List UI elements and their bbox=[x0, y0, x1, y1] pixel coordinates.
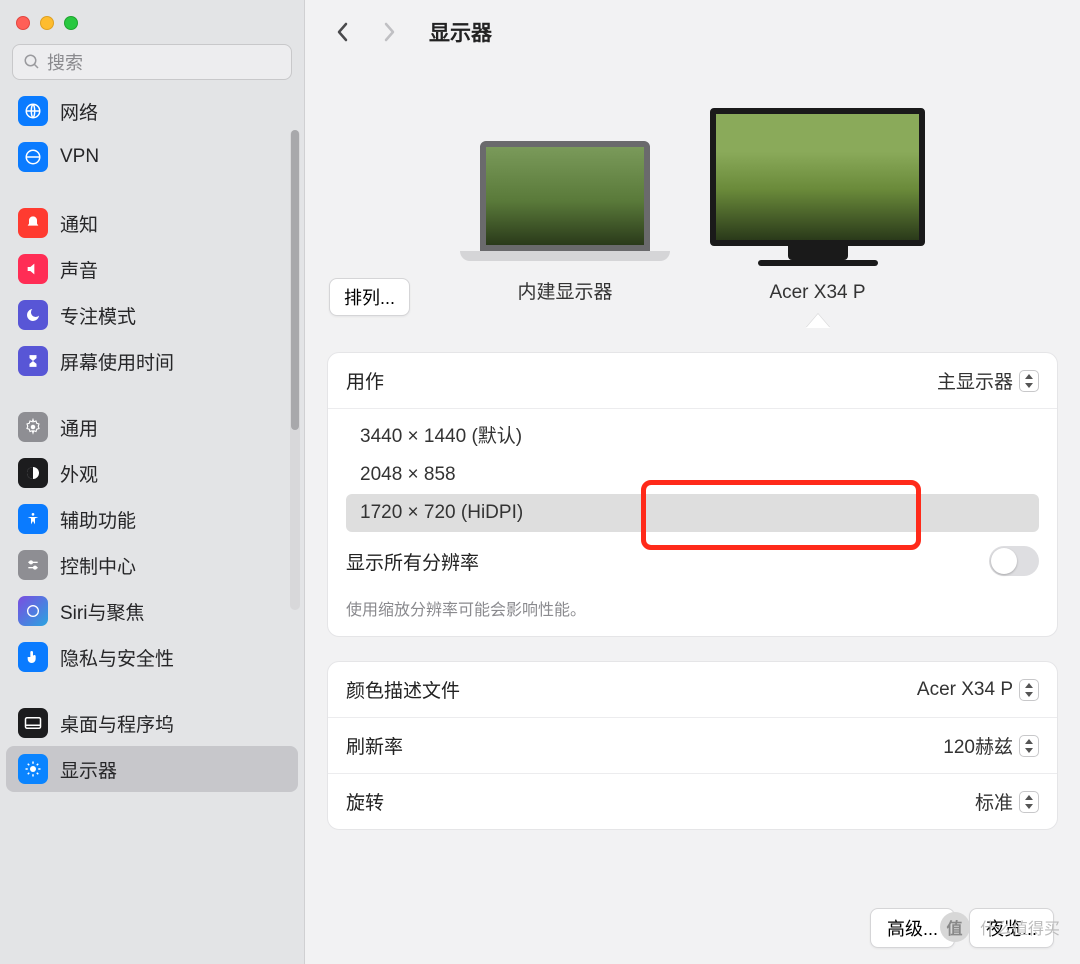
sidebar-scrollbar[interactable] bbox=[290, 130, 300, 610]
sidebar-item-label: 显示器 bbox=[60, 756, 117, 783]
rotation-label: 旋转 bbox=[346, 788, 384, 815]
moon-icon bbox=[18, 300, 48, 330]
forward-button[interactable] bbox=[375, 10, 403, 54]
display-external[interactable]: Acer X34 P bbox=[710, 108, 925, 304]
resolution-option-1[interactable]: 2048 × 858 bbox=[346, 456, 1039, 494]
displays-preview: 内建显示器 Acer X34 P bbox=[305, 104, 1080, 304]
sidebar-list: 网络 VPN 通知 声音 bbox=[0, 88, 304, 964]
stepper-icon[interactable] bbox=[1019, 791, 1039, 813]
advanced-button[interactable]: 高级... bbox=[870, 908, 955, 948]
laptop-screen-icon bbox=[480, 141, 650, 251]
sidebar-scrollbar-thumb[interactable] bbox=[291, 130, 299, 430]
vpn-icon bbox=[18, 142, 48, 172]
sidebar-item-privacy[interactable]: 隐私与安全性 bbox=[6, 634, 298, 680]
main-content: 显示器 排列... 内建显示器 Acer bbox=[305, 0, 1080, 964]
color-profile-label: 颜色描述文件 bbox=[346, 676, 460, 703]
sidebar-item-desktop[interactable]: 桌面与程序坞 bbox=[6, 700, 298, 746]
sidebar-item-notifications[interactable]: 通知 bbox=[6, 200, 298, 246]
sliders-icon bbox=[18, 550, 48, 580]
hourglass-icon bbox=[18, 346, 48, 376]
resolution-option-0[interactable]: 3440 × 1440 (默认) bbox=[346, 413, 1039, 456]
hand-icon bbox=[18, 642, 48, 672]
resolution-hint: 使用缩放分辨率可能会影响性能。 bbox=[328, 590, 1057, 636]
sidebar-item-label: 外观 bbox=[60, 460, 98, 487]
sidebar-item-label: 网络 bbox=[60, 98, 98, 125]
sidebar-item-label: 专注模式 bbox=[60, 302, 136, 329]
rotation-value: 标准 bbox=[975, 788, 1013, 815]
color-profile-row[interactable]: 颜色描述文件 Acer X34 P bbox=[328, 662, 1057, 717]
show-all-toggle[interactable] bbox=[989, 546, 1039, 576]
bell-icon bbox=[18, 208, 48, 238]
search-placeholder: 搜索 bbox=[47, 49, 83, 75]
close-window-button[interactable] bbox=[16, 16, 30, 30]
stepper-icon[interactable] bbox=[1019, 370, 1039, 392]
selection-caret-icon bbox=[806, 314, 830, 328]
sidebar-item-controlcenter[interactable]: 控制中心 bbox=[6, 542, 298, 588]
chevron-left-icon bbox=[335, 20, 351, 44]
sidebar-item-appearance[interactable]: 外观 bbox=[6, 450, 298, 496]
siri-icon bbox=[18, 596, 48, 626]
brightness-icon bbox=[18, 754, 48, 784]
sidebar-item-general[interactable]: 通用 bbox=[6, 404, 298, 450]
speaker-icon bbox=[18, 254, 48, 284]
sidebar-item-focus[interactable]: 专注模式 bbox=[6, 292, 298, 338]
page-title: 显示器 bbox=[429, 17, 492, 47]
sidebar-item-screentime[interactable]: 屏幕使用时间 bbox=[6, 338, 298, 384]
night-shift-button[interactable]: 夜览... bbox=[969, 908, 1054, 948]
sidebar-item-label: VPN bbox=[60, 146, 99, 168]
sidebar-item-vpn[interactable]: VPN bbox=[6, 134, 298, 180]
use-as-value: 主显示器 bbox=[937, 367, 1013, 394]
search-input[interactable]: 搜索 bbox=[12, 44, 292, 80]
monitor-icon bbox=[710, 108, 925, 246]
minimize-window-button[interactable] bbox=[40, 16, 54, 30]
monitor-foot-icon bbox=[758, 260, 878, 266]
gear-icon bbox=[18, 412, 48, 442]
sidebar-item-label: 控制中心 bbox=[60, 552, 136, 579]
sidebar-item-label: 隐私与安全性 bbox=[60, 644, 174, 671]
resolution-list: 3440 × 1440 (默认) 2048 × 858 1720 × 720 (… bbox=[328, 409, 1057, 532]
topbar: 显示器 bbox=[305, 0, 1080, 64]
sidebar: 搜索 网络 VPN 通知 bbox=[0, 0, 305, 964]
display-builtin[interactable]: 内建显示器 bbox=[460, 141, 670, 304]
sidebar-item-label: 桌面与程序坞 bbox=[60, 710, 174, 737]
dock-icon bbox=[18, 708, 48, 738]
back-button[interactable] bbox=[329, 10, 357, 54]
laptop-base-icon bbox=[460, 251, 670, 261]
window-controls bbox=[0, 0, 304, 34]
stepper-icon[interactable] bbox=[1019, 735, 1039, 757]
appearance-icon bbox=[18, 458, 48, 488]
footer-buttons: 高级... 夜览... bbox=[870, 908, 1054, 948]
use-as-label: 用作 bbox=[346, 367, 384, 394]
use-as-panel: 用作 主显示器 3440 × 1440 (默认) 2048 × 858 1720… bbox=[327, 352, 1058, 637]
refresh-rate-label: 刷新率 bbox=[346, 732, 403, 759]
globe-icon bbox=[18, 96, 48, 126]
sidebar-item-label: 通知 bbox=[60, 210, 98, 237]
resolution-option-2[interactable]: 1720 × 720 (HiDPI) bbox=[346, 494, 1039, 532]
sidebar-item-label: Siri与聚焦 bbox=[60, 598, 144, 625]
sidebar-item-displays[interactable]: 显示器 bbox=[6, 746, 298, 792]
use-as-row[interactable]: 用作 主显示器 bbox=[328, 353, 1057, 408]
rotation-row[interactable]: 旋转 标准 bbox=[328, 773, 1057, 829]
refresh-rate-value: 120赫兹 bbox=[943, 732, 1013, 759]
display-external-label: Acer X34 P bbox=[710, 282, 925, 304]
stepper-icon[interactable] bbox=[1019, 679, 1039, 701]
sidebar-item-accessibility[interactable]: 辅助功能 bbox=[6, 496, 298, 542]
search-icon bbox=[23, 53, 41, 71]
chevron-right-icon bbox=[381, 20, 397, 44]
refresh-rate-row[interactable]: 刷新率 120赫兹 bbox=[328, 717, 1057, 773]
sidebar-item-label: 声音 bbox=[60, 256, 98, 283]
sidebar-item-label: 辅助功能 bbox=[60, 506, 136, 533]
display-builtin-label: 内建显示器 bbox=[460, 277, 670, 304]
display-options-panel: 颜色描述文件 Acer X34 P 刷新率 120赫兹 旋转 标准 bbox=[327, 661, 1058, 830]
sidebar-item-sound[interactable]: 声音 bbox=[6, 246, 298, 292]
sidebar-item-label: 通用 bbox=[60, 414, 98, 441]
sidebar-item-network[interactable]: 网络 bbox=[6, 88, 298, 134]
zoom-window-button[interactable] bbox=[64, 16, 78, 30]
sidebar-item-label: 屏幕使用时间 bbox=[60, 348, 174, 375]
show-all-resolutions-row: 显示所有分辨率 bbox=[328, 532, 1057, 590]
show-all-label: 显示所有分辨率 bbox=[346, 548, 479, 575]
sidebar-item-siri[interactable]: Siri与聚焦 bbox=[6, 588, 298, 634]
accessibility-icon bbox=[18, 504, 48, 534]
color-profile-value: Acer X34 P bbox=[917, 679, 1013, 701]
